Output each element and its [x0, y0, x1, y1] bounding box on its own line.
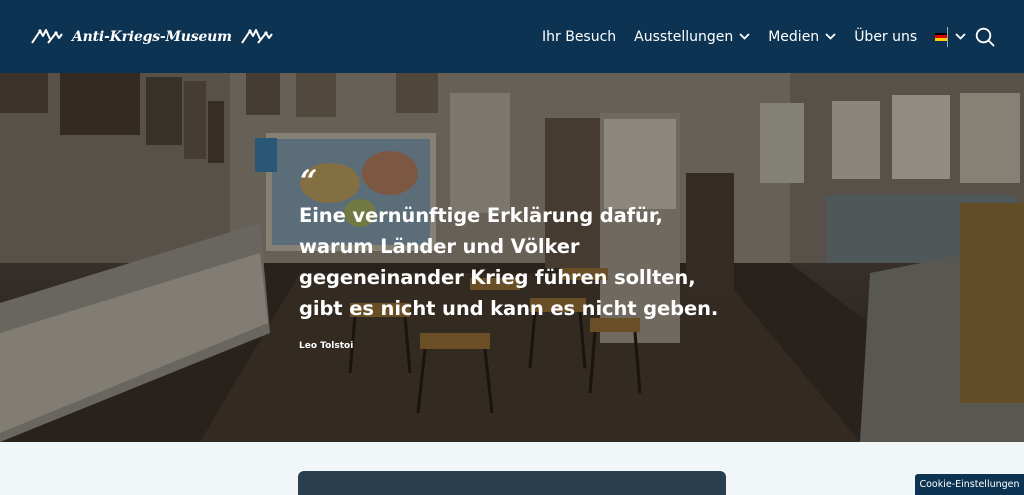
logo-wordmark: Anti-Kriegs-Museum: [72, 29, 232, 45]
quote-mark-icon: “: [300, 164, 318, 199]
hero-quote: Eine vernünftige Erklärung dafür, warum …: [299, 204, 719, 320]
cookie-settings-button[interactable]: Cookie-Einstellungen: [915, 474, 1024, 495]
search-icon[interactable]: [975, 27, 995, 47]
chevron-down-icon: [739, 33, 750, 40]
language-switcher[interactable]: [935, 32, 966, 41]
nav-label: Ihr Besuch: [542, 28, 617, 45]
nav-label: Über uns: [854, 28, 918, 45]
logo-peace-hands-icon: [31, 29, 63, 44]
nav-label: Ausstellungen: [634, 28, 734, 45]
chevron-down-icon: [955, 33, 966, 40]
nav-ueber-uns[interactable]: Über uns: [854, 29, 917, 45]
hero-banner: “ Eine vernünftige Erklärung dafür, waru…: [0, 73, 1024, 442]
logo-peace-hands-icon-right: [240, 29, 273, 44]
site-header: Anti-Kriegs-Museum Ihr Besuch Ausstellun…: [0, 0, 1024, 73]
site-logo[interactable]: Anti-Kriegs-Museum: [30, 24, 274, 50]
quote-author: Leo Tolstoi: [299, 341, 354, 351]
german-flag-icon: [935, 32, 948, 41]
nav-medien[interactable]: Medien: [768, 29, 836, 45]
header-divider: [947, 27, 948, 47]
nav-label: Medien: [768, 28, 820, 45]
chevron-down-icon: [825, 33, 836, 40]
nav-ausstellungen[interactable]: Ausstellungen: [634, 29, 750, 45]
main-nav: Ihr Besuch Ausstellungen Medien Über uns: [542, 0, 966, 73]
nav-ihr-besuch[interactable]: Ihr Besuch: [542, 29, 616, 45]
content-card-preview: [298, 471, 726, 495]
